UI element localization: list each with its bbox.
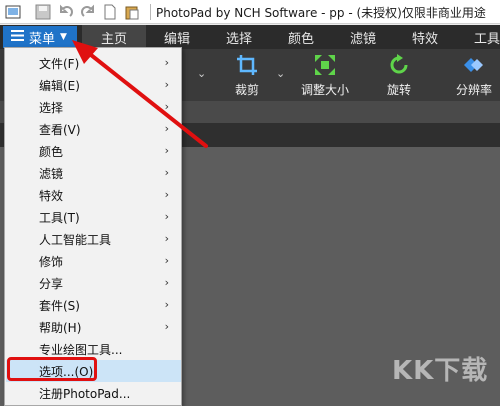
annotation-arrow bbox=[72, 40, 208, 148]
watermark: KK下载 bbox=[392, 356, 489, 386]
